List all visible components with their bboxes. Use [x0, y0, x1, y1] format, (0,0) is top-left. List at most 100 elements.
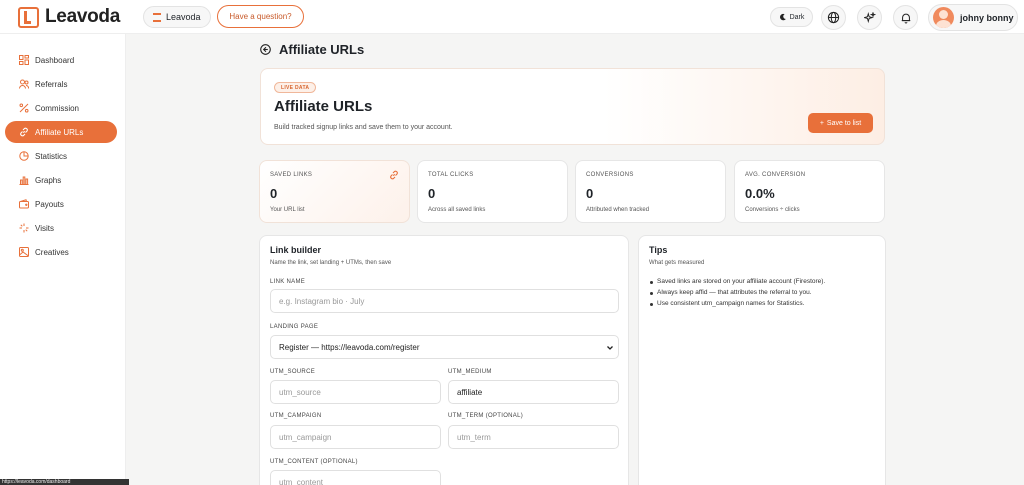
image-icon	[19, 247, 29, 257]
utm-term-label: UTM_TERM (OPTIONAL)	[448, 413, 524, 419]
sidebar-item-commission[interactable]: Commission	[5, 97, 117, 119]
landing-page-select[interactable]: Register — https://leavoda.com/register	[270, 335, 619, 359]
back-arrow-icon[interactable]	[260, 44, 271, 55]
stat-value: 0	[270, 186, 278, 201]
list-item: Saved links are stored on your affiliate…	[649, 278, 825, 285]
sidebar-item-referrals[interactable]: Referrals	[5, 73, 117, 95]
language-button[interactable]	[821, 5, 846, 30]
sidebar-item-affiliate-urls[interactable]: Affiliate URLs	[5, 121, 117, 143]
sidebar-item-label: Affiliate URLs	[35, 127, 84, 137]
dark-mode-toggle[interactable]: Dark	[770, 7, 813, 27]
bar-chart-icon	[19, 175, 29, 185]
utm-campaign-input[interactable]: utm_campaign	[270, 425, 441, 449]
utm-source-input[interactable]: utm_source	[270, 380, 441, 404]
top-bar: Leavoda Leavoda Have a question? Dark jo…	[0, 0, 1024, 34]
sidebar-item-label: Dashboard	[35, 55, 75, 65]
link-builder-panel: Link builder Name the link, set landing …	[259, 235, 629, 485]
sidebar-item-label: Statistics	[35, 151, 68, 161]
landing-page-value: Register — https://leavoda.com/register	[279, 342, 420, 352]
globe-icon	[827, 11, 840, 24]
panel-title: Tips	[649, 245, 668, 255]
stat-value: 0.0%	[745, 186, 775, 201]
stat-card-total-clicks: TOTAL CLICKS 0 Across all saved links	[417, 160, 568, 223]
user-menu[interactable]: johny bonny	[928, 4, 1018, 31]
list-item: Use consistent utm_campaign names for St…	[649, 300, 825, 307]
sidebar-item-creatives[interactable]: Creatives	[5, 241, 117, 263]
sidebar-item-dashboard[interactable]: Dashboard	[5, 49, 117, 71]
sidebar-item-label: Payouts	[35, 199, 64, 209]
notifications-button[interactable]	[893, 5, 918, 30]
link-name-input[interactable]: e.g. Instagram bio · July	[270, 289, 619, 313]
bell-icon	[901, 13, 910, 23]
stat-label: CONVERSIONS	[586, 172, 634, 178]
link-icon	[390, 170, 398, 180]
user-name: johny bonny	[960, 12, 1014, 23]
sidebar: Dashboard Referrals Commission Affiliate…	[0, 34, 126, 485]
tips-list: Saved links are stored on your affiliate…	[649, 278, 825, 311]
live-data-badge: LIVE DATA	[274, 82, 317, 93]
workspace-icon	[153, 12, 161, 22]
save-to-list-button[interactable]: + Save to list	[808, 113, 873, 133]
list-item: Always keep affid — that attributes the …	[649, 289, 825, 296]
stat-sub: Your URL list	[270, 207, 305, 213]
percent-icon	[19, 103, 29, 113]
grid-icon	[19, 55, 29, 65]
moon-icon	[779, 13, 786, 21]
stat-card-saved-links: SAVED LINKS 0 Your URL list	[259, 160, 410, 223]
page-header: Affiliate URLs	[260, 42, 364, 57]
tips-panel: Tips What gets measured Saved links are …	[638, 235, 886, 485]
dark-mode-label: Dark	[789, 13, 805, 21]
ai-assist-button[interactable]	[857, 5, 882, 30]
panel-subtitle: Name the link, set landing + UTMs, then …	[270, 260, 392, 266]
stat-card-avg-conversion: AVG. CONVERSION 0.0% Conversions ÷ click…	[734, 160, 885, 223]
hero-subtitle: Build tracked signup links and save them…	[274, 124, 453, 131]
link-name-label: LINK NAME	[270, 279, 306, 285]
stat-sub: Attributed when tracked	[586, 207, 650, 213]
stat-value: 0	[428, 186, 436, 201]
utm-campaign-label: UTM_CAMPAIGN	[270, 413, 322, 419]
link-icon	[19, 127, 29, 137]
logo[interactable]: Leavoda	[18, 6, 120, 28]
hero-card: LIVE DATA Affiliate URLs Build tracked s…	[260, 68, 885, 145]
sidebar-item-label: Visits	[35, 223, 54, 233]
wallet-icon	[19, 199, 29, 209]
landing-page-label: LANDING PAGE	[270, 324, 319, 330]
have-question-button[interactable]: Have a question?	[217, 5, 304, 28]
sparkle-icon	[19, 223, 29, 233]
hero-title: Affiliate URLs	[274, 98, 373, 115]
sidebar-item-label: Commission	[35, 103, 80, 113]
avatar	[933, 7, 954, 28]
sidebar-item-label: Creatives	[35, 247, 69, 257]
page-title: Affiliate URLs	[279, 42, 365, 57]
sidebar-item-payouts[interactable]: Payouts	[5, 193, 117, 215]
sidebar-item-visits[interactable]: Visits	[5, 217, 117, 239]
logo-text: Leavoda	[45, 6, 120, 27]
stat-sub: Across all saved links	[428, 207, 486, 213]
panel-subtitle: What gets measured	[649, 260, 705, 266]
stat-label: TOTAL CLICKS	[428, 172, 474, 178]
utm-term-input[interactable]: utm_term	[448, 425, 619, 449]
sidebar-item-statistics[interactable]: Statistics	[5, 145, 117, 167]
stat-card-conversions: CONVERSIONS 0 Attributed when tracked	[575, 160, 726, 223]
sidebar-item-label: Graphs	[35, 175, 62, 185]
save-to-list-label: Save to list	[826, 119, 862, 127]
sidebar-item-graphs[interactable]: Graphs	[5, 169, 117, 191]
workspace-pill[interactable]: Leavoda	[143, 6, 211, 28]
status-bar-url: https://leavoda.com/dashboard	[0, 479, 129, 485]
utm-medium-label: UTM_MEDIUM	[448, 369, 492, 375]
chevron-down-icon	[607, 346, 613, 350]
sparkle-icon	[863, 11, 876, 23]
utm-content-label: UTM_CONTENT (OPTIONAL)	[270, 459, 358, 465]
utm-content-input[interactable]: utm_content	[270, 470, 441, 485]
utm-medium-input[interactable]: affiliate	[448, 380, 619, 404]
stat-label: AVG. CONVERSION	[745, 172, 806, 178]
utm-source-label: UTM_SOURCE	[270, 369, 316, 375]
sidebar-item-label: Referrals	[35, 79, 68, 89]
stat-value: 0	[586, 186, 594, 201]
users-icon	[19, 79, 29, 89]
leavoda-logo-icon	[18, 6, 39, 28]
stat-sub: Conversions ÷ clicks	[745, 207, 800, 213]
panel-title: Link builder	[270, 245, 322, 255]
plus-icon: +	[819, 119, 824, 127]
stat-label: SAVED LINKS	[270, 172, 313, 178]
